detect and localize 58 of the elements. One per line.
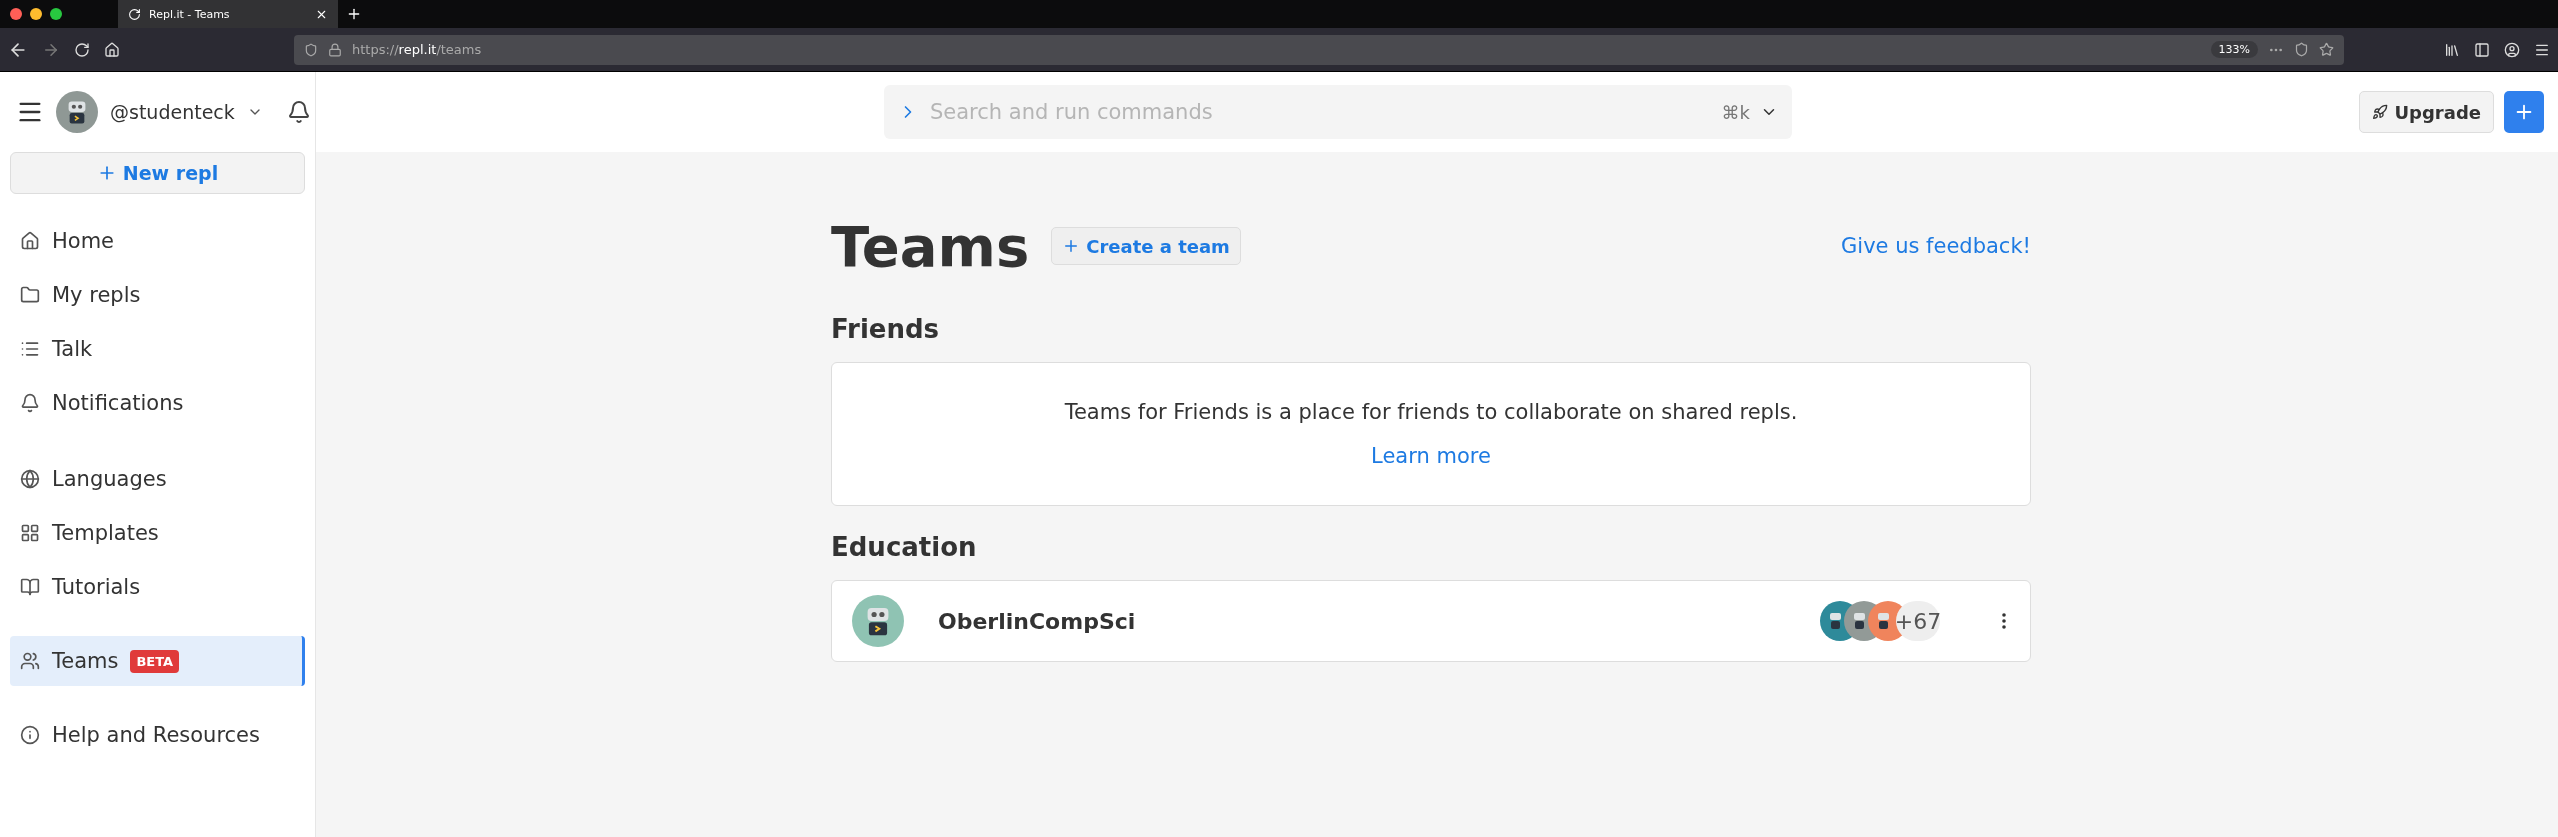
notifications-icon[interactable] [286,100,311,124]
team-name: OberlinCompSci [938,608,1137,634]
sidebar-item[interactable]: Help and Resources [10,708,305,762]
sidebar-item[interactable]: Tutorials [10,560,305,614]
sidebar-item[interactable]: Notifications [10,376,305,430]
address-bar[interactable]: https://repl.it/teams 133% [294,34,2344,65]
upgrade-button[interactable]: Upgrade [2359,91,2494,133]
grid-icon [20,523,40,543]
sidebar-item[interactable]: Templates [10,506,305,560]
site-icon [128,7,141,21]
minimize-window-icon[interactable] [30,8,42,20]
account-icon[interactable] [2504,41,2520,58]
sidebar-icon[interactable] [2474,41,2490,58]
close-window-icon[interactable] [10,8,22,20]
team-avatar [852,595,904,647]
search-input[interactable]: Search and run commands [928,99,1712,125]
shield-icon [304,42,318,57]
book-icon [20,577,40,597]
sidebar-item[interactable]: Home [10,214,305,268]
star-icon[interactable] [2319,42,2334,57]
create-team-button[interactable]: Create a team [1051,227,1241,265]
sidebar-item[interactable]: Languages [10,452,305,506]
folder-icon [20,285,40,305]
bell-icon [20,393,40,413]
sidebar-item[interactable]: Teams BETA [10,636,305,686]
browser-tab[interactable]: Repl.it - Teams [118,0,338,28]
description-text: Teams for Friends is a place for friends to collaborate on shared repls. [1064,400,1798,424]
new-repl-button[interactable]: New repl [10,152,305,194]
lock-icon [328,42,342,57]
rocket-icon [2372,104,2389,120]
section-heading: Education [831,532,978,562]
library-icon[interactable] [2444,41,2460,58]
home-icon [20,231,40,251]
feedback-link[interactable]: Give us feedback! [1841,234,2031,258]
reload-icon[interactable] [74,41,90,58]
shortcut-hint: ⌘k [1721,101,1750,123]
users-icon [20,651,40,671]
team-row[interactable]: OberlinCompSci +67 [831,580,2031,662]
page-title: Teams [831,213,1030,279]
globe-icon [20,469,40,489]
home-icon[interactable] [104,41,120,58]
user-avatar [56,91,98,133]
info-icon [20,725,40,745]
add-button[interactable] [2504,91,2544,133]
sidebar-item[interactable]: Talk [10,322,305,376]
sidebar-item[interactable]: My repls [10,268,305,322]
beta-badge: BETA [130,649,180,673]
more-icon [2002,613,2006,629]
learn-more-link[interactable]: Learn more [1371,444,1491,468]
search-field[interactable]: Search and run commands ⌘k [884,85,1792,139]
list-icon [20,339,40,359]
url-text: https://repl.it/teams [352,42,483,57]
maximize-window-icon[interactable] [50,8,62,20]
section-heading: Friends [831,314,941,344]
new-tab-icon[interactable] [346,6,362,22]
username[interactable]: @studenteck [110,101,235,123]
zoom-level[interactable]: 133% [2210,41,2258,58]
member-count: +67 [1896,601,1940,641]
